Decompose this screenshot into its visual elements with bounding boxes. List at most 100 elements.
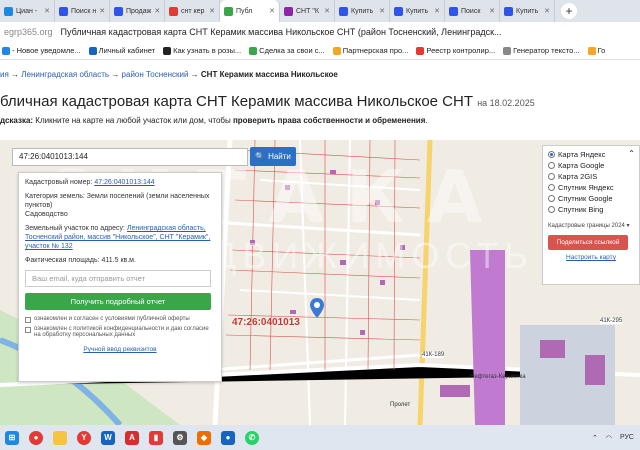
layer-option[interactable]: Карта Яндекс (548, 150, 634, 159)
close-icon[interactable]: ✕ (379, 7, 385, 15)
close-icon[interactable]: ✕ (434, 7, 440, 15)
close-icon[interactable]: ✕ (209, 7, 215, 15)
layer-option[interactable]: Карта Google (548, 161, 634, 170)
radio-icon[interactable] (548, 151, 555, 158)
land-use-value: Садоводство (25, 211, 68, 218)
radio-icon[interactable] (548, 162, 555, 169)
chrome-icon[interactable]: ● (24, 425, 48, 450)
browser-tab[interactable]: СНТ "К ✕ (280, 0, 335, 22)
windows-start-icon[interactable]: ⊞ (0, 425, 24, 450)
breadcrumb-separator: → (111, 70, 120, 79)
bookmark-favicon-icon (503, 46, 512, 55)
bookmark-label: Личный кабинет (98, 46, 156, 55)
word-icon[interactable]: W (96, 425, 120, 450)
radio-icon[interactable] (548, 195, 555, 202)
close-icon[interactable]: ✕ (44, 7, 50, 15)
cadastral-number-label: Кадастровый номер: (25, 179, 93, 186)
tab-favicon-icon (394, 6, 403, 16)
radio-icon[interactable] (548, 173, 555, 180)
wifi-icon[interactable]: ◠ (606, 434, 612, 442)
close-icon[interactable]: ✕ (324, 7, 330, 15)
close-icon[interactable]: ✕ (544, 7, 550, 15)
bookmark-item[interactable]: Партнерская про... (332, 46, 408, 55)
settings-icon[interactable]: ⚙ (168, 425, 192, 450)
browser-tab[interactable]: Купить ✕ (335, 0, 390, 22)
breadcrumb-item-region[interactable]: Ленинградская область (21, 70, 109, 79)
address-row: Земельный участок по адресу: Ленинградск… (25, 224, 215, 251)
bookmark-item[interactable]: Личный кабинет (88, 46, 156, 55)
bookmark-favicon-icon (88, 46, 97, 55)
layer-option[interactable]: Спутник Яндекс (548, 183, 634, 192)
manual-entry-link[interactable]: Ручной ввод реквизитов (83, 346, 156, 353)
checkbox-icon[interactable] (25, 317, 31, 323)
tab-label: Циан - (16, 7, 38, 15)
bookmark-item[interactable]: - Новое уведомле... (2, 46, 81, 55)
cadastral-borders-select[interactable]: Кадастровые границы 2024 ▾ (548, 222, 634, 229)
address-host: egrp365.org (4, 27, 53, 37)
tab-favicon-icon (59, 6, 68, 16)
chevron-up-icon[interactable]: ⌃ (592, 434, 598, 442)
breadcrumb-item-district[interactable]: район Тосненский (122, 70, 189, 79)
offer-consent-label: ознакомлен и согласен с условиями публич… (34, 316, 190, 322)
radio-icon[interactable] (548, 206, 555, 213)
cadastral-number-link[interactable]: 47:26:0401013:144 (94, 179, 154, 186)
browser-tab[interactable]: Поиск н ✕ (55, 0, 110, 22)
browser-tab[interactable]: Циан - ✕ (0, 0, 55, 22)
bookmark-item[interactable]: Как узнать в розы... (163, 46, 241, 55)
bookmark-item[interactable]: Реестр контролир... (416, 46, 495, 55)
tab-favicon-icon (284, 6, 293, 16)
browser-tab[interactable]: Поиск ✕ (445, 0, 500, 22)
layer-option[interactable]: Спутник Google (548, 194, 634, 203)
layer-option[interactable]: Карта 2GIS (548, 172, 634, 181)
bookmark-favicon-icon (163, 46, 172, 55)
pdf-icon[interactable]: A (120, 425, 144, 450)
get-report-button[interactable]: Получить подробный отчет (25, 293, 211, 310)
address-page-title: Публичная кадастровая карта СНТ Керамик … (60, 27, 502, 37)
close-icon[interactable]: ✕ (154, 7, 160, 15)
keyboard-language[interactable]: РУС (620, 434, 634, 441)
yandex-browser-icon[interactable]: Y (72, 425, 96, 450)
land-category-label: Категория земель: (25, 193, 85, 200)
offer-consent-checkbox[interactable]: ознакомлен и согласен с условиями публич… (25, 316, 215, 323)
share-link-button[interactable]: Поделиться ссылкой (548, 235, 628, 250)
bookmark-label: Как узнать в розы... (173, 46, 242, 55)
layer-option-label: Карта Google (558, 161, 605, 170)
layer-option-label: Карта Яндекс (558, 150, 606, 159)
privacy-consent-checkbox[interactable]: ознакомлен с политикой конфиденциальност… (25, 326, 215, 338)
chevron-up-icon[interactable]: ⌃ (628, 149, 635, 158)
cadastral-search-input[interactable]: 47:26:0401013:144 (12, 148, 248, 166)
browser-tab[interactable]: Купить ✕ (500, 0, 555, 22)
browser-tab[interactable]: Купить ✕ (390, 0, 445, 22)
breadcrumb-item-russia[interactable]: ия (0, 70, 9, 79)
app-icon[interactable]: ▮ (144, 425, 168, 450)
checkbox-icon[interactable] (25, 327, 31, 333)
app-icon[interactable]: ● (216, 425, 240, 450)
email-input[interactable]: Ваш email, куда отправить отчет (25, 270, 211, 287)
address-bar[interactable]: egrp365.org Публичная кадастровая карта … (0, 22, 640, 42)
breadcrumb: ия → Ленинградская область → район Тосне… (0, 70, 338, 79)
folder-icon[interactable] (48, 425, 72, 450)
layer-option[interactable]: Спутник Bing (548, 205, 634, 214)
close-icon[interactable]: ✕ (99, 7, 105, 15)
layer-option-label: Спутник Google (558, 194, 613, 203)
close-icon[interactable]: ✕ (489, 7, 495, 15)
app-icon[interactable]: ◆ (192, 425, 216, 450)
whatsapp-icon[interactable]: ✆ (240, 425, 264, 450)
close-icon[interactable]: ✕ (269, 7, 275, 15)
bookmark-item[interactable]: Генератор тексто... (503, 46, 580, 55)
bookmark-favicon-icon (587, 46, 596, 55)
manual-entry-row: Ручной ввод реквизитов (25, 346, 215, 353)
browser-tab[interactable]: снт кер ✕ (165, 0, 220, 22)
land-category-row: Категория земель: Земли поселений (земли… (25, 192, 215, 219)
radio-icon[interactable] (548, 184, 555, 191)
bookmark-item[interactable]: Го (587, 46, 605, 55)
search-button[interactable]: 🔍 Найти (250, 147, 296, 166)
bookmark-favicon-icon (332, 46, 341, 55)
new-tab-button[interactable]: + (561, 3, 577, 19)
bookmark-item[interactable]: Сделка за свои с... (249, 46, 325, 55)
configure-map-link[interactable]: Настроить карту (548, 254, 634, 261)
bookmark-label: Реестр контролир... (426, 46, 496, 55)
map-pin-icon[interactable] (309, 297, 325, 319)
browser-tab[interactable]: Продаж ✕ (110, 0, 165, 22)
browser-tab[interactable]: Публ ✕ (220, 0, 280, 22)
